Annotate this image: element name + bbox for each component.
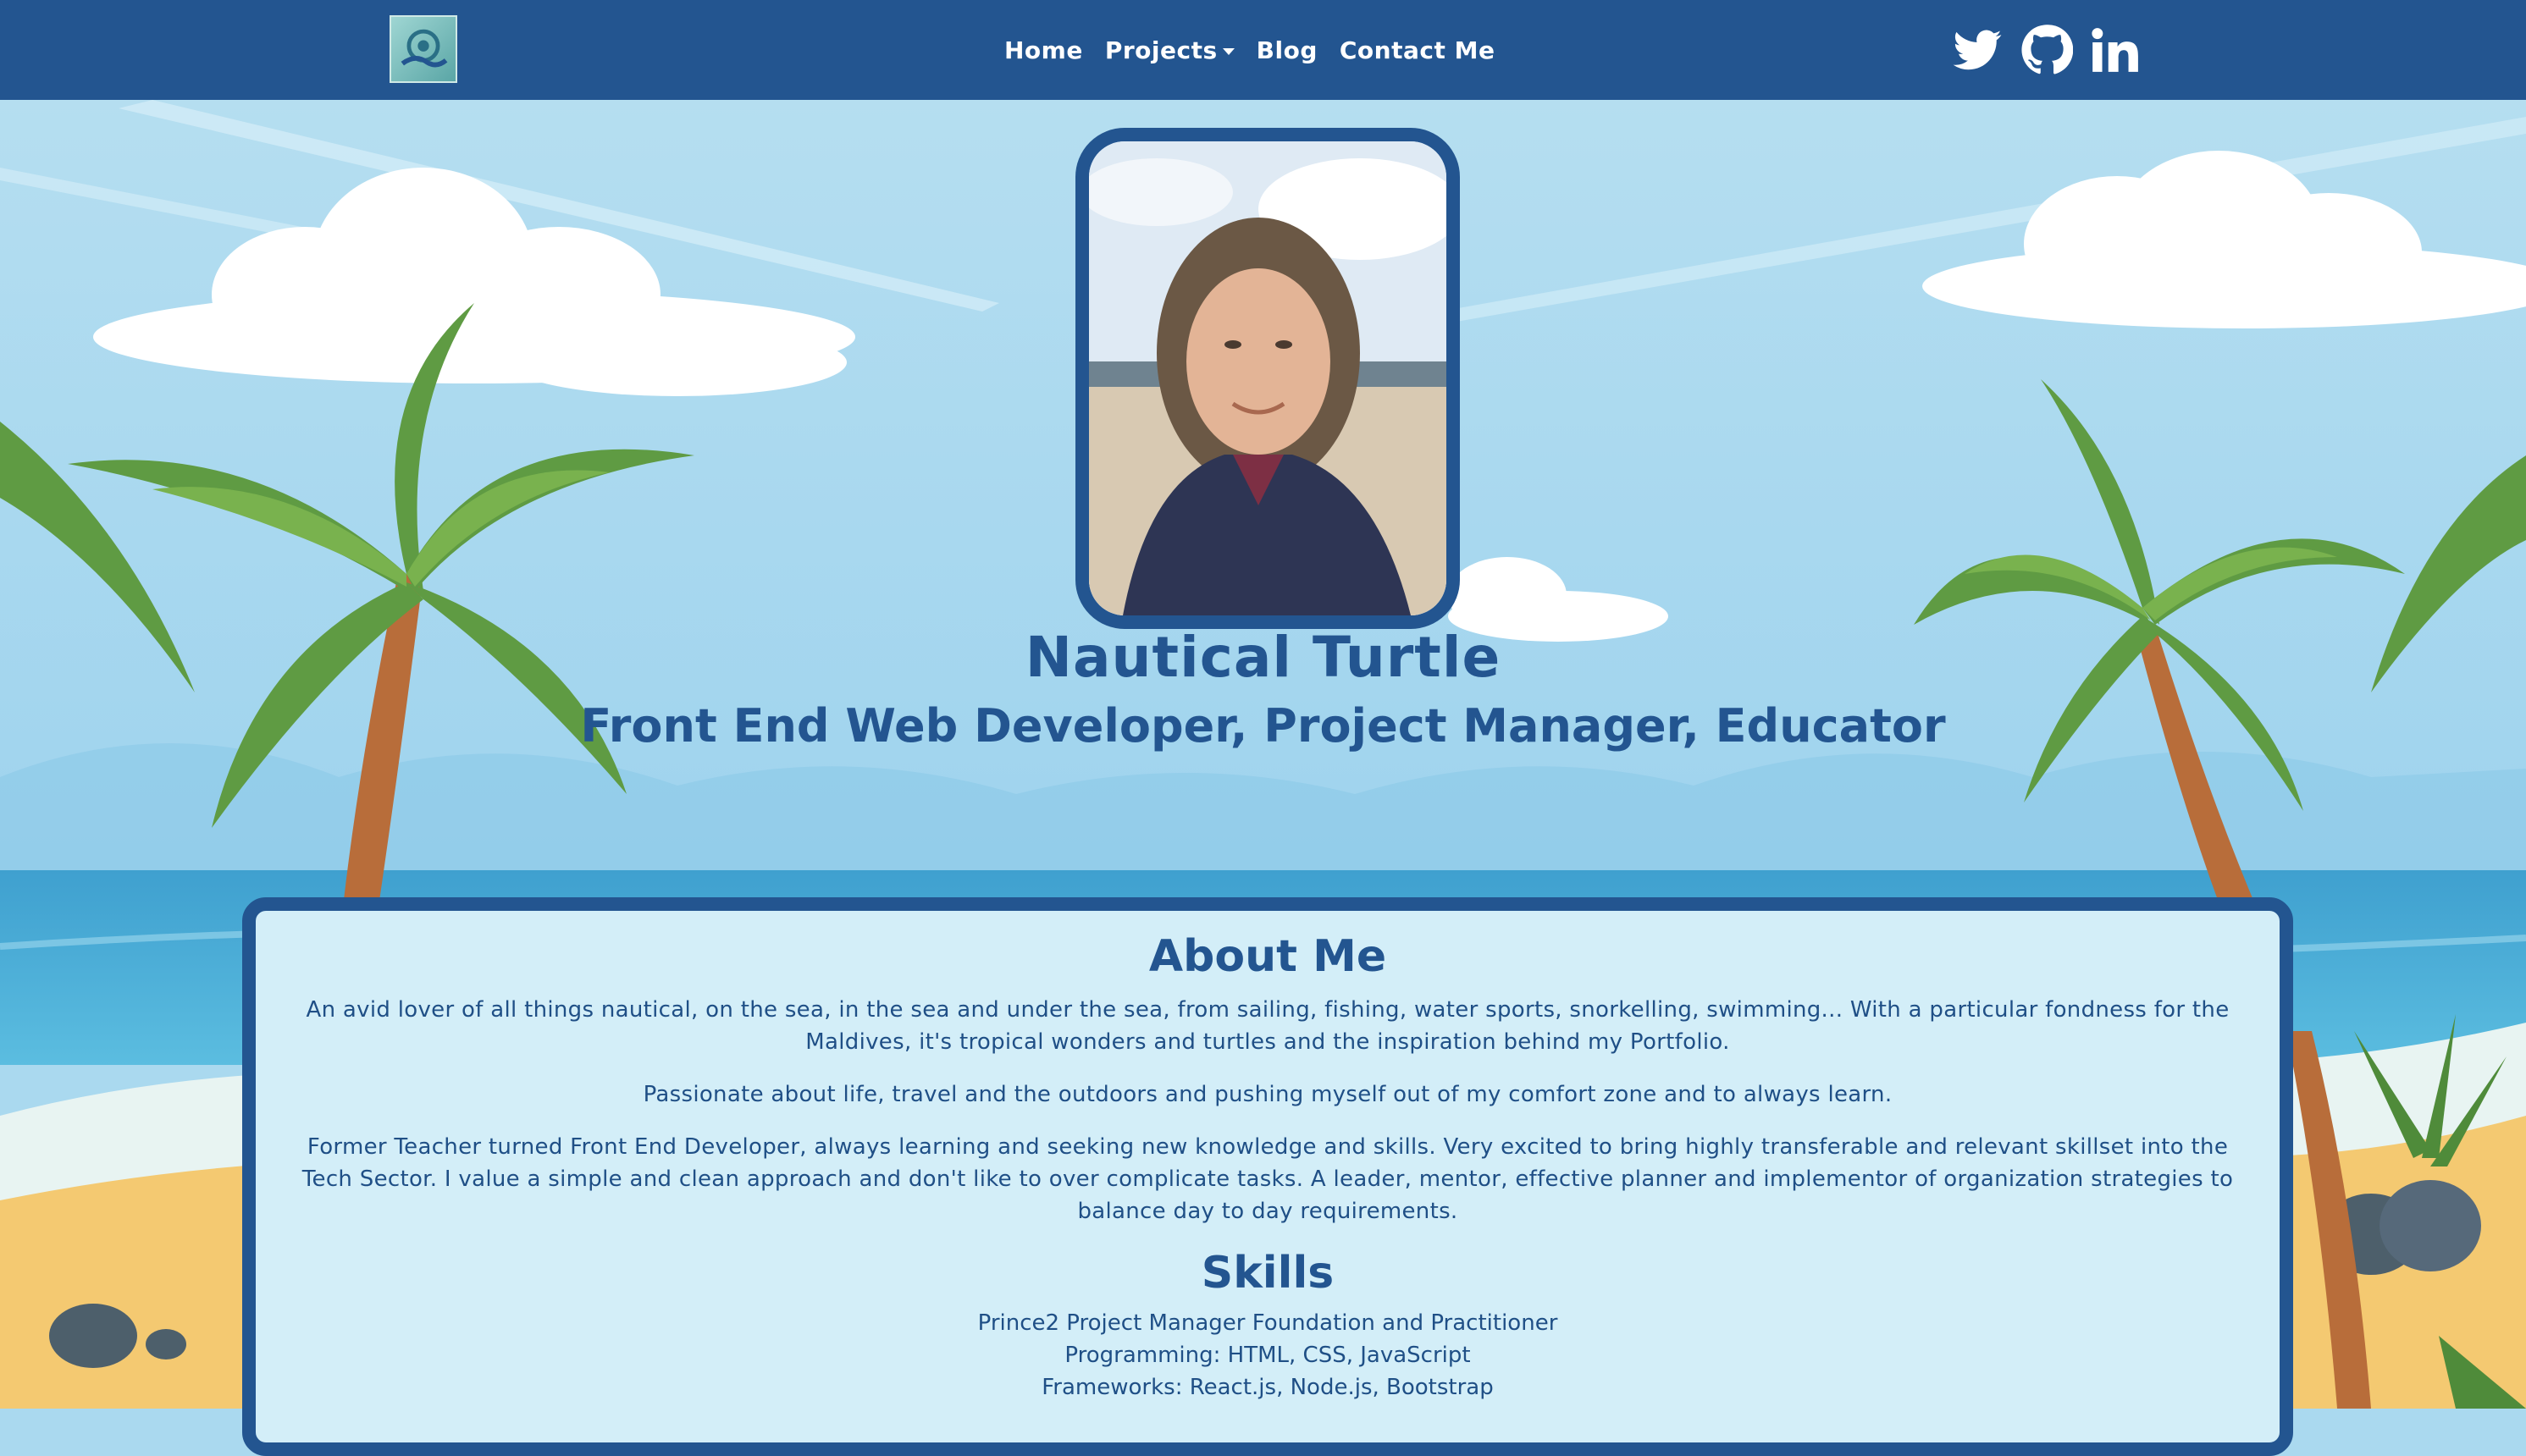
nav-contact[interactable]: Contact Me — [1340, 36, 1495, 64]
caret-down-icon — [1222, 47, 1235, 55]
skill-item: Prince2 Project Manager Foundation and P… — [977, 1310, 1558, 1336]
about-paragraph-2: Passionate about life, travel and the ou… — [643, 1082, 1893, 1107]
profile-photo — [1075, 128, 1460, 629]
linkedin-icon[interactable] — [2088, 24, 2141, 76]
skills-heading: Skills — [1201, 1248, 1335, 1299]
github-icon[interactable] — [2020, 24, 2074, 76]
nav-projects-label: Projects — [1104, 36, 1218, 64]
turtle-logo-icon[interactable] — [390, 15, 457, 83]
navbar: Home Projects Blog Contact Me — [0, 0, 2526, 100]
about-heading: About Me — [1148, 931, 1387, 982]
about-paragraph-1: An avid lover of all things nautical, on… — [306, 997, 2230, 1055]
about-card: About Me An avid lover of all things nau… — [242, 897, 2293, 1456]
skill-item: Programming: HTML, CSS, JavaScript — [1064, 1343, 1471, 1368]
hero-name: Nautical Turtle — [1025, 625, 1501, 690]
nav-menu: Home Projects Blog Contact Me — [1004, 0, 1495, 100]
nav-blog[interactable]: Blog — [1257, 36, 1318, 64]
hero-subtitle: Front End Web Developer, Project Manager… — [580, 699, 1946, 753]
twitter-icon[interactable] — [1951, 24, 2004, 76]
skill-item: Frameworks: React.js, Node.js, Bootstrap — [1042, 1375, 1494, 1400]
nav-projects-dropdown[interactable]: Projects — [1105, 36, 1235, 64]
nav-home[interactable]: Home — [1004, 36, 1083, 64]
about-paragraph-3: Former Teacher turned Front End Develope… — [301, 1134, 2234, 1224]
